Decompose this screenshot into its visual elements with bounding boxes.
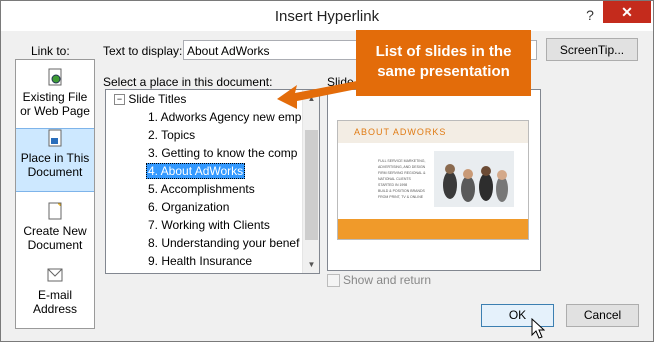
link-to-label: Link to: [31, 44, 70, 58]
text-to-display-label: Text to display: [103, 44, 183, 58]
slide-bullets: FULL SERVICE MARKETING, ADVERTISING, AND… [378, 159, 426, 199]
scroll-down-icon[interactable]: ▼ [303, 256, 319, 273]
collapse-icon[interactable]: − [114, 94, 125, 106]
tree-scrollbar[interactable]: ▲ ▼ [302, 90, 319, 273]
tree-item-selected[interactable]: 4. About AdWorks [146, 162, 246, 180]
existing-file-label: Existing File or Web Page [20, 90, 90, 118]
email-address-label: E-mail Address [32, 288, 78, 316]
create-new-document-item[interactable]: Create New Document [16, 202, 94, 264]
tree-item[interactable]: 9. Health Insurance [148, 252, 252, 270]
place-tree[interactable]: − Slide Titles 1. Adworks Agency new emp… [105, 89, 320, 274]
scroll-thumb[interactable] [305, 130, 318, 240]
slide-photo [434, 151, 514, 207]
show-and-return-checkbox[interactable] [327, 274, 340, 287]
create-new-document-label: Create New Document [23, 224, 87, 252]
close-button[interactable]: ✕ [603, 1, 651, 23]
select-place-label: Select a place in this document: [103, 75, 273, 89]
tree-item[interactable]: 2. Topics [148, 126, 195, 144]
place-in-this-document-item[interactable]: Place in This Document [16, 128, 94, 192]
window-title: Insert Hyperlink [274, 8, 380, 25]
callout-arrow-icon [277, 81, 357, 109]
tree-item[interactable]: 6. Organization [148, 198, 229, 216]
tree-root-label: Slide Titles [128, 92, 187, 106]
tree-root[interactable]: − Slide Titles [114, 90, 186, 108]
email-icon [47, 268, 63, 282]
document-place-icon [48, 129, 62, 147]
email-address-item[interactable]: E-mail Address [16, 266, 94, 328]
tree-item[interactable]: 3. Getting to know the comp [148, 144, 297, 162]
slide-footer-band [338, 219, 528, 239]
screentip-button[interactable]: ScreenTip... [546, 38, 638, 61]
cancel-button[interactable]: Cancel [566, 304, 639, 327]
slide-preview: ABOUT ADWORKS FULL SERVICE MARKETING, AD… [327, 89, 541, 271]
web-page-icon [48, 68, 62, 86]
tree-item[interactable]: 5. Accomplishments [148, 180, 255, 198]
insert-hyperlink-dialog: Insert Hyperlink ? ✕ Link to: Existing F… [0, 0, 654, 342]
show-and-return-label: Show and return [343, 273, 432, 287]
tree-item[interactable]: 8. Understanding your benef [148, 234, 299, 252]
help-button[interactable]: ? [579, 5, 601, 25]
title-bar: Insert Hyperlink ? ✕ [1, 1, 653, 31]
annotation-callout: List of slides in the same presentation [356, 30, 531, 96]
tree-item[interactable]: 7. Working with Clients [148, 216, 270, 234]
slide-thumbnail: ABOUT ADWORKS FULL SERVICE MARKETING, AD… [337, 120, 529, 240]
place-in-document-label: Place in This Document [20, 151, 90, 179]
mouse-cursor-icon [531, 318, 545, 339]
link-to-sidebar: Existing File or Web Page Place in This Do… [15, 59, 95, 329]
existing-file-or-web-page-item[interactable]: Existing File or Web Page [16, 68, 94, 130]
slide-title: ABOUT ADWORKS [354, 127, 447, 137]
new-document-icon [48, 202, 62, 220]
